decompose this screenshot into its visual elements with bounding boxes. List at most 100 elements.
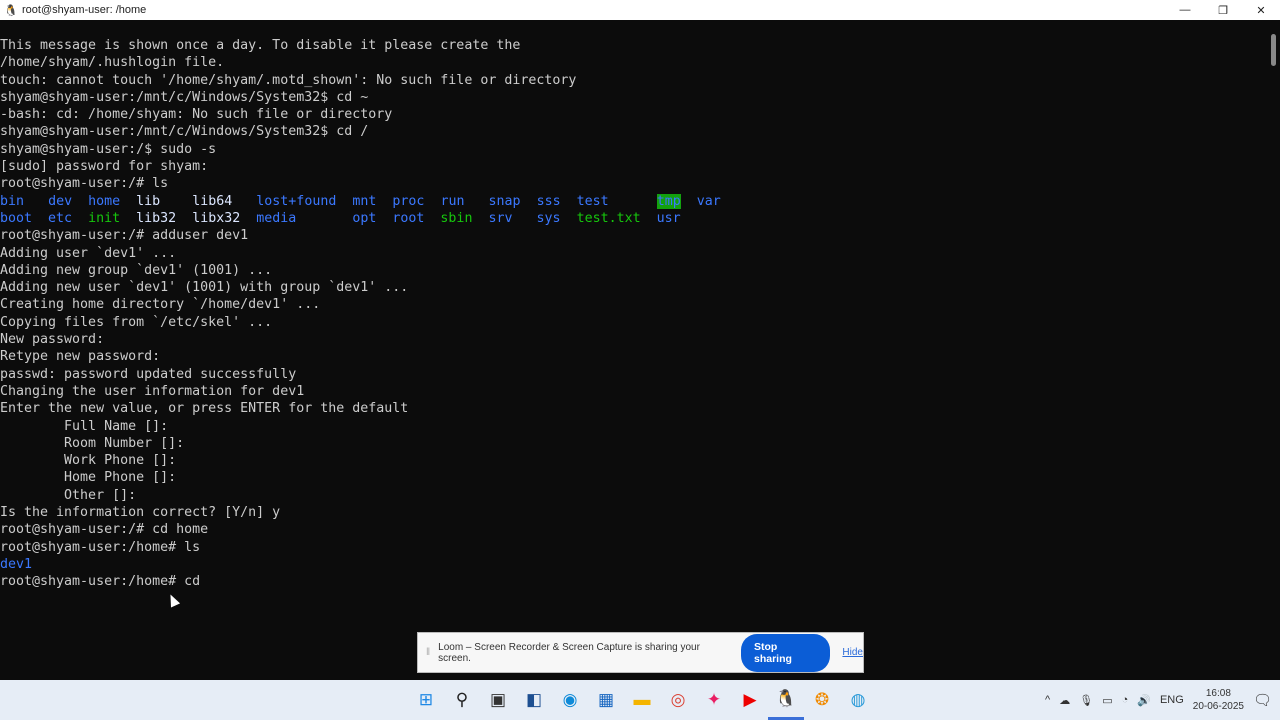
onedrive-icon[interactable]: ☁ — [1059, 694, 1070, 707]
terminal-line: shyam@shyam-user:/mnt/c/Windows/System32… — [0, 89, 1266, 106]
ls-entry: dev1 — [0, 556, 33, 572]
system-tray: ^ ☁ 🎙 ▭ ◔ 🔊 ENG 16:08 20-06-2025 🗨 — [1045, 680, 1272, 720]
clock-time: 16:08 — [1205, 688, 1231, 699]
terminal-line: Is the information correct? [Y/n] y — [0, 504, 1266, 521]
taskbar-edge-icon[interactable]: ◉ — [552, 680, 588, 720]
terminal-line: Home Phone []: — [0, 469, 1266, 486]
terminal-text: Full Name []: — [0, 418, 169, 434]
ls-entry: test.txt — [576, 210, 641, 226]
terminal-text: This message is shown once a day. To dis… — [0, 38, 521, 53]
terminal-line: Creating home directory `/home/dev1' ... — [0, 296, 1266, 313]
terminal-text: Adding user `dev1' ... — [0, 245, 177, 261]
taskbar-file-explorer-icon[interactable]: ▬ — [624, 680, 660, 720]
microphone-icon[interactable]: 🎙 — [1079, 694, 1093, 707]
hide-link[interactable]: Hide — [842, 647, 863, 658]
ls-entry: boot — [0, 210, 33, 226]
scrollbar[interactable] — [1266, 20, 1280, 680]
terminal-text: touch: cannot touch '/home/shyam/.motd_s… — [0, 72, 577, 88]
battery-icon[interactable]: ▭ — [1102, 694, 1112, 707]
terminal-line: root@shyam-user:/home# cd — [0, 573, 1266, 590]
drag-handle-icon[interactable]: ‖ — [426, 647, 430, 658]
maximize-button[interactable]: ❐ — [1204, 4, 1242, 17]
scrollbar-thumb[interactable] — [1271, 34, 1276, 66]
terminal-output[interactable]: This message is shown once a day. To dis… — [0, 37, 1266, 680]
terminal-line: Room Number []: — [0, 435, 1266, 452]
taskbar-store-icon[interactable]: ▦ — [588, 680, 624, 720]
ls-entry: home — [88, 193, 121, 209]
terminal-line: root@shyam-user:/# ls — [0, 175, 1266, 192]
terminal-line: Other []: — [0, 487, 1266, 504]
close-button[interactable]: ✕ — [1242, 4, 1280, 17]
terminal-line: [sudo] password for shyam: — [0, 158, 1266, 175]
ls-entry: root — [392, 210, 425, 226]
notifications-icon[interactable]: 🗨 — [1253, 691, 1272, 709]
terminal-text: Copying files from `/etc/skel' ... — [0, 314, 273, 330]
minimize-button[interactable]: — — [1166, 4, 1204, 17]
terminal-text: root@shyam-user:/home# cd — [0, 574, 209, 590]
taskbar-chrome-icon[interactable]: ◎ — [660, 680, 696, 720]
taskbar-widgets-icon[interactable]: ◧ — [516, 680, 552, 720]
terminal-line: Adding new group `dev1' (1001) ... — [0, 262, 1266, 279]
terminal-text: -bash: cd: /home/shyam: No such file or … — [0, 107, 393, 123]
ls-entry: proc — [392, 193, 425, 209]
terminal-text: Work Phone []: — [0, 453, 177, 469]
terminal-text: Other []: — [0, 487, 137, 503]
clock[interactable]: 16:08 20-06-2025 — [1193, 687, 1244, 713]
terminal-line: This message is shown once a day. To dis… — [0, 37, 1266, 54]
taskbar-search-icon[interactable]: ⚲ — [444, 680, 480, 720]
wifi-icon[interactable]: ◔ — [1122, 694, 1129, 706]
volume-icon[interactable]: 🔊 — [1137, 694, 1151, 707]
terminal-text: New password: — [0, 332, 105, 348]
ls-entry: sys — [536, 210, 561, 226]
taskbar-youtube-icon[interactable]: ▶ — [732, 680, 768, 720]
language-indicator[interactable]: ENG — [1160, 694, 1184, 706]
show-hidden-icons-chevron[interactable]: ^ — [1045, 694, 1050, 706]
ls-entry: sss — [536, 193, 561, 209]
terminal-line: boot etc init lib32 libx32 media opt roo… — [0, 210, 1266, 227]
terminal-text: shyam@shyam-user:/$ sudo -s — [0, 141, 217, 157]
terminal-line: shyam@shyam-user:/mnt/c/Windows/System32… — [0, 123, 1266, 140]
ls-entry: libx32 — [192, 210, 241, 226]
linux-penguin-icon: 🐧 — [4, 5, 18, 17]
terminal-text: root@shyam-user:/# ls — [0, 176, 169, 192]
terminal-text: Enter the new value, or press ENTER for … — [0, 401, 409, 417]
ls-entry: var — [696, 193, 721, 209]
terminal-line: Changing the user information for dev1 — [0, 383, 1266, 400]
terminal-text: root@shyam-user:/# cd home — [0, 522, 209, 538]
terminal-line: Enter the new value, or press ENTER for … — [0, 400, 1266, 417]
terminal-text: root@shyam-user:/# adduser dev1 — [0, 228, 249, 244]
window-title: root@shyam-user: /home — [22, 4, 147, 16]
terminal-line: Adding new user `dev1' (1001) with group… — [0, 279, 1266, 296]
terminal-line: root@shyam-user:/# adduser dev1 — [0, 227, 1266, 244]
ls-entry: sbin — [440, 210, 473, 226]
terminal-text: Creating home directory `/home/dev1' ... — [0, 297, 321, 313]
terminal-line: passwd: password updated successfully — [0, 366, 1266, 383]
terminal-text: Adding new user `dev1' (1001) with group… — [0, 280, 409, 296]
stop-sharing-button[interactable]: Stop sharing — [741, 633, 831, 672]
taskbar-linux-icon[interactable]: 🐧 — [768, 680, 804, 720]
taskbar-app-orange-icon[interactable]: ❂ — [804, 680, 840, 720]
terminal-text: Retype new password: — [0, 349, 161, 365]
taskbar-photos-icon[interactable]: ✦ — [696, 680, 732, 720]
terminal-text: Changing the user information for dev1 — [0, 383, 305, 399]
ls-entry: test — [576, 193, 609, 209]
taskbar-start-icon[interactable]: ⊞ — [408, 680, 444, 720]
taskbar-task-view-icon[interactable]: ▣ — [480, 680, 516, 720]
taskbar-browser-globe-icon[interactable]: ◍ — [840, 680, 876, 720]
